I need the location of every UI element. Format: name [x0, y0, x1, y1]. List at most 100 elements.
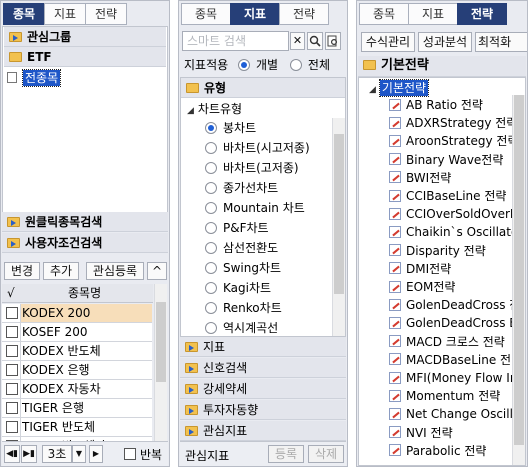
tab-stock[interactable]: 종목: [181, 3, 231, 25]
tree-item-all-stocks[interactable]: 전종목: [7, 68, 62, 88]
sub-group-chart-type[interactable]: ◢ 차트유형: [187, 99, 242, 119]
chart-type-option[interactable]: Kagi차트: [205, 278, 271, 298]
tab-indicator[interactable]: 지표: [230, 3, 280, 25]
strategy-item[interactable]: AroonStrategy 전략: [389, 132, 513, 150]
tree-root-basic-strategy[interactable]: ◢ 기본전략: [369, 78, 430, 98]
strategy-item[interactable]: CCIOverSoldOverBou: [389, 205, 513, 223]
strategy-item[interactable]: EOM전략: [389, 278, 513, 296]
row-checkbox[interactable]: [6, 401, 18, 414]
strategy-item[interactable]: Binary Wave전략: [389, 151, 513, 169]
chart-type-option[interactable]: Mountain 차트: [205, 198, 305, 218]
strategy-item[interactable]: MACDBaseLine 전략: [389, 351, 513, 369]
tab-strategy[interactable]: 전략: [457, 3, 507, 25]
strategy-item[interactable]: NVI 전략: [389, 424, 513, 442]
tab-strategy[interactable]: 전략: [85, 3, 127, 25]
chart-type-option[interactable]: P&F차트: [205, 218, 269, 238]
register-watchlist-button[interactable]: 관심등록: [86, 262, 144, 280]
strategy-item[interactable]: Momentum 전략: [389, 387, 513, 405]
strategy-item[interactable]: Disparity 전략: [389, 242, 513, 260]
tab-strategy[interactable]: 전략: [279, 3, 329, 25]
group-user-condition-search[interactable]: 사용자조건검색: [2, 233, 168, 253]
table-row[interactable]: KODEX 은행: [2, 361, 152, 380]
chart-type-option[interactable]: 종가선차트: [205, 178, 278, 198]
chart-type-option[interactable]: 바차트(시고저종): [205, 138, 310, 158]
last-icon[interactable]: ▶▮: [21, 445, 37, 463]
radio-individual[interactable]: 개별: [238, 58, 278, 72]
strategy-item[interactable]: DMI전략: [389, 260, 513, 278]
table-row[interactable]: KODEX 자동차: [2, 380, 152, 399]
group-etf[interactable]: ETF: [4, 47, 166, 67]
row-checkbox-cell[interactable]: [2, 361, 21, 379]
formula-manage-button[interactable]: 수식관리: [361, 32, 415, 52]
check-column-header[interactable]: √: [7, 284, 15, 303]
table-row[interactable]: KODEX 200: [2, 304, 152, 323]
strategy-item[interactable]: Chaikin`s Oscillator: [389, 223, 513, 241]
chevron-down-icon[interactable]: ▼: [72, 445, 86, 463]
chart-type-option[interactable]: 역시계곡선: [205, 318, 278, 338]
scrollbar-thumb[interactable]: [514, 95, 524, 445]
strategy-scrollbar[interactable]: [512, 95, 525, 465]
interval-select[interactable]: 3초: [42, 445, 72, 463]
radio-all[interactable]: 전체: [289, 58, 330, 72]
row-checkbox[interactable]: [6, 420, 18, 433]
strategy-item[interactable]: BWI전략: [389, 169, 513, 187]
row-checkbox[interactable]: [6, 344, 18, 357]
chart-type-option[interactable]: Renko차트: [205, 298, 282, 318]
first-icon[interactable]: ◀▮: [4, 445, 20, 463]
change-button[interactable]: 변경: [4, 262, 40, 280]
chart-type-option[interactable]: Swing차트: [205, 258, 281, 278]
scrollbar-thumb[interactable]: [156, 302, 166, 382]
indicator-group[interactable]: 신호검색: [180, 358, 346, 378]
strategy-item[interactable]: ADXRStrategy 전략: [389, 114, 513, 132]
repeat-checkbox[interactable]: [124, 448, 136, 460]
strategy-item[interactable]: CCIBaseLine 전략: [389, 187, 513, 205]
row-checkbox-cell[interactable]: [2, 380, 21, 398]
strategy-item[interactable]: MACD 크로스 전략: [389, 333, 513, 351]
performance-analysis-button[interactable]: 성과분석: [418, 32, 472, 52]
chart-type-option[interactable]: 봉차트: [205, 118, 256, 138]
table-row[interactable]: TIGER 은행: [2, 399, 152, 418]
close-icon[interactable]: ✕: [290, 32, 305, 50]
smart-search-input[interactable]: 스마트 검색: [182, 31, 289, 51]
table-row[interactable]: KODEX 반도체: [2, 342, 152, 361]
strategy-item[interactable]: Net Change Oscilla: [389, 405, 513, 423]
strategy-item[interactable]: GolenDeadCross EM: [389, 314, 513, 332]
indicator-group[interactable]: 강세약세: [180, 379, 346, 399]
row-checkbox[interactable]: [6, 382, 18, 395]
chart-type-option[interactable]: 바차트(고저종): [205, 158, 299, 178]
strategy-item[interactable]: AB Ratio 전략: [389, 96, 513, 114]
name-column-header[interactable]: 종목명: [68, 284, 101, 303]
row-checkbox[interactable]: [6, 325, 18, 338]
indicator-group[interactable]: 관심지표: [180, 421, 346, 441]
add-button[interactable]: 추가: [43, 262, 79, 280]
collapse-button[interactable]: ^: [147, 262, 167, 280]
grid-scrollbar[interactable]: [154, 284, 167, 441]
row-checkbox-cell[interactable]: [2, 399, 21, 417]
scrollbar-thumb[interactable]: [334, 134, 344, 294]
tab-stock[interactable]: 종목: [3, 3, 45, 25]
row-checkbox-cell[interactable]: [2, 304, 21, 322]
tab-indicator[interactable]: 지표: [408, 3, 458, 25]
table-row[interactable]: TIGER 반도체: [2, 418, 152, 437]
document-search-icon[interactable]: [325, 32, 341, 50]
strategy-item[interactable]: GolenDeadCross 전략: [389, 296, 513, 314]
indicator-group[interactable]: 지표: [180, 337, 346, 357]
group-type[interactable]: 유형: [181, 78, 345, 98]
row-checkbox[interactable]: [6, 306, 18, 319]
row-checkbox-cell[interactable]: [2, 418, 21, 436]
row-checkbox-cell[interactable]: [2, 323, 21, 341]
table-row[interactable]: KOSEF 200: [2, 323, 152, 342]
tab-stock[interactable]: 종목: [359, 3, 409, 25]
row-checkbox[interactable]: [6, 363, 18, 376]
delete-button[interactable]: 삭제: [308, 445, 344, 463]
group-watchlist[interactable]: 관심그룹: [4, 27, 166, 47]
group-basic-strategy[interactable]: 기본전략: [358, 56, 526, 77]
search-icon[interactable]: [307, 32, 323, 50]
chart-type-scrollbar[interactable]: [332, 118, 345, 336]
optimize-button[interactable]: 최적화: [475, 32, 527, 52]
strategy-item[interactable]: MFI(Money Flow In: [389, 369, 513, 387]
group-oneclick-search[interactable]: 원클릭종목검색: [2, 212, 168, 232]
register-button[interactable]: 등록: [268, 445, 304, 463]
strategy-item[interactable]: Parabolic 전략: [389, 442, 513, 460]
indicator-group[interactable]: 투자자동향: [180, 400, 346, 420]
